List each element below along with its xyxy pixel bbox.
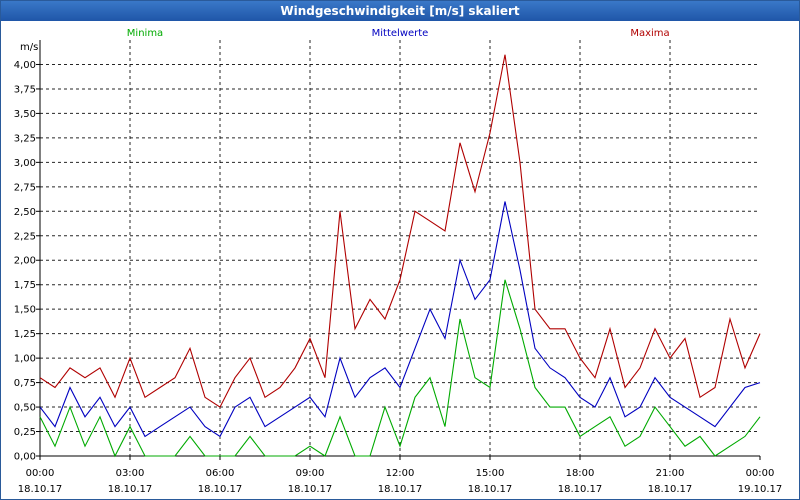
chart-area: m/s 0,00 0,25 0,50 0,75 1,00 1,25 1,50 1,75 2,00… xyxy=(14,28,783,495)
tick-labels: 0,00 0,25 0,50 0,75 1,00 1,25 1,50 1,75 2,00 2,25… xyxy=(14,60,783,495)
x-tick-time-label: 00:00 xyxy=(26,468,55,479)
y-tick-label: 0,50 xyxy=(14,403,36,414)
y-tick-label: 2,25 xyxy=(14,231,36,242)
x-tick-time-label: 03:00 xyxy=(116,468,145,479)
y-tick-label: 3,75 xyxy=(14,84,36,95)
x-tick-time-label: 18:00 xyxy=(566,468,595,479)
y-tick-label: 2,75 xyxy=(14,182,36,193)
y-tick-label: 4,00 xyxy=(14,60,36,71)
y-tick-label: 0,25 xyxy=(14,427,36,438)
y-axis-unit-label: m/s xyxy=(20,42,38,53)
x-tick-date-label: 18.10.17 xyxy=(558,484,603,495)
y-tick-label: 1,25 xyxy=(14,329,36,340)
y-tick-label: 0,75 xyxy=(14,378,36,389)
x-tick-date-label: 18.10.17 xyxy=(18,484,63,495)
legend-entry-maxima: Maxima xyxy=(630,28,669,39)
y-tick-label: 1,75 xyxy=(14,280,36,291)
y-tick-label: 3,25 xyxy=(14,133,36,144)
y-tick-label: 3,00 xyxy=(14,158,36,169)
y-tick-label: 0,00 xyxy=(14,452,36,463)
y-tick-label: 2,50 xyxy=(14,207,36,218)
x-tick-time-label: 09:00 xyxy=(296,468,325,479)
x-tick-time-label: 21:00 xyxy=(656,468,685,479)
x-tick-date-label: 19.10.17 xyxy=(738,484,783,495)
y-tick-label: 1,50 xyxy=(14,305,36,316)
x-tick-time-label: 06:00 xyxy=(206,468,235,479)
x-tick-date-label: 18.10.17 xyxy=(198,484,243,495)
legend-entry-minima: Minima xyxy=(127,28,163,39)
y-tick-label: 3,50 xyxy=(14,109,36,120)
x-tick-time-label: 15:00 xyxy=(476,468,505,479)
x-tick-time-label: 00:00 xyxy=(746,468,775,479)
x-tick-date-label: 18.10.17 xyxy=(288,484,333,495)
x-tick-date-label: 18.10.17 xyxy=(108,484,153,495)
grid-lines xyxy=(40,40,760,457)
x-tick-date-label: 18.10.17 xyxy=(378,484,423,495)
y-tick-label: 2,00 xyxy=(14,256,36,267)
y-tick-label: 1,00 xyxy=(14,354,36,365)
x-tick-date-label: 18.10.17 xyxy=(648,484,693,495)
x-tick-time-label: 12:00 xyxy=(386,468,415,479)
legend: Minima Mittelwerte Maxima xyxy=(127,28,670,39)
x-tick-date-label: 18.10.17 xyxy=(468,484,513,495)
legend-entry-mittelwerte: Mittelwerte xyxy=(372,28,429,39)
